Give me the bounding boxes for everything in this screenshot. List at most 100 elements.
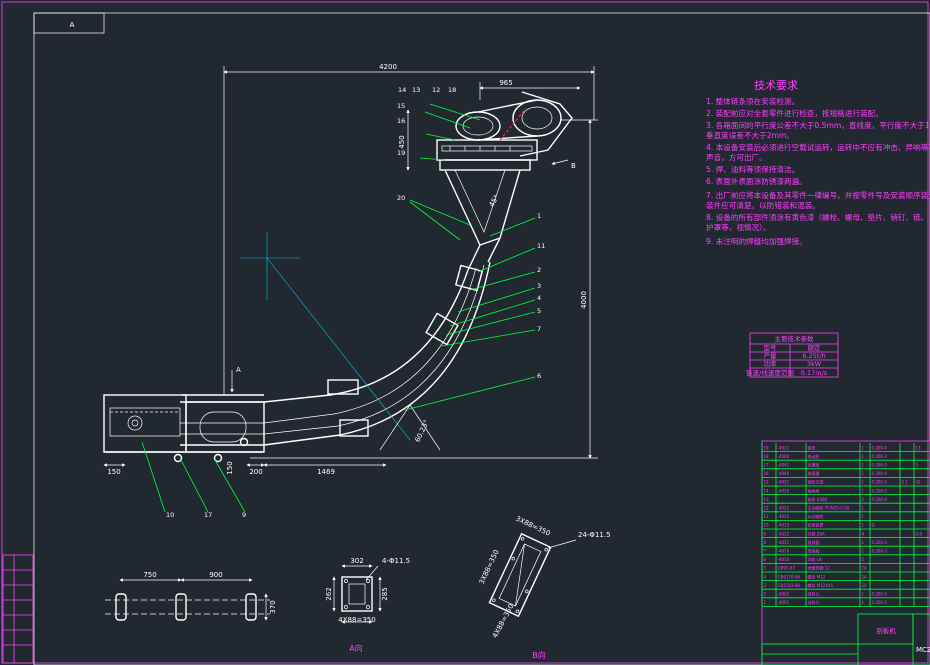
corner-mark: A	[70, 21, 75, 29]
bom-cell: 轴承座	[808, 487, 820, 493]
bom-cell: 1	[862, 506, 865, 511]
part-label-14: 14	[398, 86, 406, 94]
b-left: 3X88=350	[478, 549, 501, 586]
part-label-5: 5	[537, 307, 541, 315]
bom-cell: GB93-87	[778, 566, 796, 571]
bom-cell: -4030	[778, 488, 790, 493]
bom-cell: -4010	[778, 557, 790, 562]
view-b: 3X88=350 24-Φ11.5 3X88=350 4X88=350 B向	[478, 515, 611, 660]
part-label-4: 4	[537, 294, 541, 302]
bom-cell: Q	[872, 523, 875, 528]
part-label-19: 19	[397, 149, 405, 157]
bom-cell: 2	[764, 592, 767, 597]
cad-drawing: A 4200 965 4000 450 60.23° 45° 150 200 1…	[1, 1, 930, 665]
bom-cell: 1	[862, 488, 865, 493]
technical-notes: 技术要求 1. 整体链条须在安装检测。 2. 装配前应对全套零件进行检查，按规格…	[706, 79, 930, 246]
part-label-15: 15	[397, 102, 405, 110]
part-label-10: 10	[166, 511, 174, 519]
param-key: 功率	[764, 359, 778, 368]
view-arrow-a: A	[236, 366, 241, 374]
bom-cell: 0.200-3	[872, 540, 888, 545]
bom-cell: 13	[764, 497, 770, 502]
sec-a-side: 262	[325, 587, 333, 600]
part-label-9: 9	[242, 511, 246, 519]
bom-cell: -4031	[778, 480, 790, 485]
bom-cell: 进料口	[808, 591, 820, 597]
bom-cell: GB6170-86	[778, 574, 801, 579]
param-key: 型号	[764, 343, 778, 352]
bom-cell: -4010	[778, 549, 790, 554]
param-key: 链速/线速度范围	[746, 368, 794, 377]
bom-cell: 弯曲段	[808, 548, 820, 554]
part-label-3: 3	[537, 282, 541, 290]
bom-cell: 0.200-4	[872, 445, 888, 450]
bom-cell: 15	[764, 480, 770, 485]
note-line: 护罩等，视情况）。	[706, 222, 771, 232]
dim-1469: 1469	[317, 468, 335, 476]
bom-cell: 0.200-3	[872, 463, 888, 468]
bom-cell: 0.200-2	[872, 600, 888, 605]
bom-cell: 轴承 6308	[808, 496, 828, 502]
part-label-6: 6	[537, 372, 541, 380]
bom-cell: 2	[862, 497, 865, 502]
dim-200: 200	[249, 468, 262, 476]
part-label-12: 12	[432, 86, 440, 94]
bom-cell: -4001	[778, 600, 790, 605]
drive-head	[436, 91, 573, 171]
dim-4000: 4000	[580, 291, 588, 309]
bom-cell: 0.200-2	[872, 480, 888, 485]
bom-cell: 托辊 Z6A	[808, 530, 826, 536]
bom-cell: -4011	[778, 445, 790, 450]
bom-cell: 10	[764, 523, 770, 528]
sec-a-bottom: 4X88=350	[338, 616, 375, 624]
part-label-13: 13	[412, 86, 420, 94]
bom-cell: 主动链轮 TCW20-5-50	[808, 505, 850, 511]
note-line: 5. 焊、油料等须保持清洁。	[706, 164, 799, 174]
bom-cell: 5.1	[902, 480, 909, 485]
bom-cell: 从动链轮	[808, 513, 824, 519]
param-key: 产量	[764, 351, 778, 360]
dim-150: 150	[107, 468, 120, 476]
bom-cell: 1	[862, 480, 865, 485]
bom-cell: 18	[764, 454, 770, 459]
note-line: 9. 未注明的焊缝均加强焊接。	[706, 236, 807, 246]
bom-cell: 24	[862, 566, 868, 571]
b-holes: 24-Φ11.5	[578, 531, 611, 539]
dim-angle-main: 60.23°	[414, 419, 431, 444]
main-elevation: 4200 965 4000 450 60.23° 45° 150 200 146…	[103, 63, 598, 519]
note-line: 装件应可清楚。以防错装和混装。	[706, 200, 820, 210]
bom-cell: -4040	[778, 471, 790, 476]
sec-a-top: 302	[350, 557, 363, 565]
section-a: 302 4-Φ11.5 262 285 4X88=350 A向	[325, 557, 410, 653]
bom-cell: 导轨 L8	[808, 556, 822, 562]
note-line: 6. 表面外表面涂防锈漆两遍。	[706, 176, 807, 186]
param-table: 主要技术参数 型号 额定 产量 6.25t/h 功率 3kW 链速/线速度范围 …	[746, 332, 839, 378]
revision-strip	[2, 554, 34, 664]
bom-cell: 3	[764, 583, 767, 588]
bom-cell: 24	[862, 574, 868, 579]
title-name: 刮板机	[876, 626, 896, 635]
param-val: 3kW	[807, 360, 822, 368]
bom-cell: 弹簧垫圈 12	[808, 565, 831, 571]
bom-cell: 14	[764, 488, 770, 493]
note-line: 8. 设备的所有部件须涂有黄色漆（螺栓、螺母、垫片、销钉、链、	[706, 212, 928, 222]
part-label-17: 17	[204, 511, 212, 519]
foot-view: 750 900 370	[105, 571, 277, 621]
view-a-label: A向	[349, 643, 362, 653]
title-block: 刮板机 MCZ	[761, 613, 930, 665]
bom-cell: 减速器	[808, 470, 820, 476]
part-label-11: 11	[537, 242, 545, 250]
bom-cell: -4000	[778, 454, 790, 459]
bom-cell: 1	[862, 523, 865, 528]
part-label-7: 7	[537, 325, 541, 333]
bom-cell: 0.200-2	[872, 454, 888, 459]
bom-cell: 6	[764, 557, 767, 562]
note-line: 7. 出厂前应将本设备及其零件一律编号，并按零件号及安装顺序装运，	[706, 190, 930, 200]
param-val: 0.17m/s	[801, 369, 828, 377]
bom-cell: 16	[764, 471, 770, 476]
bom-cell: 5	[764, 566, 767, 571]
bom-cell: 1	[862, 540, 865, 545]
bom-cell: 2	[862, 557, 865, 562]
bom-cell: -4013	[778, 523, 790, 528]
notes-title: 技术要求	[754, 79, 798, 92]
